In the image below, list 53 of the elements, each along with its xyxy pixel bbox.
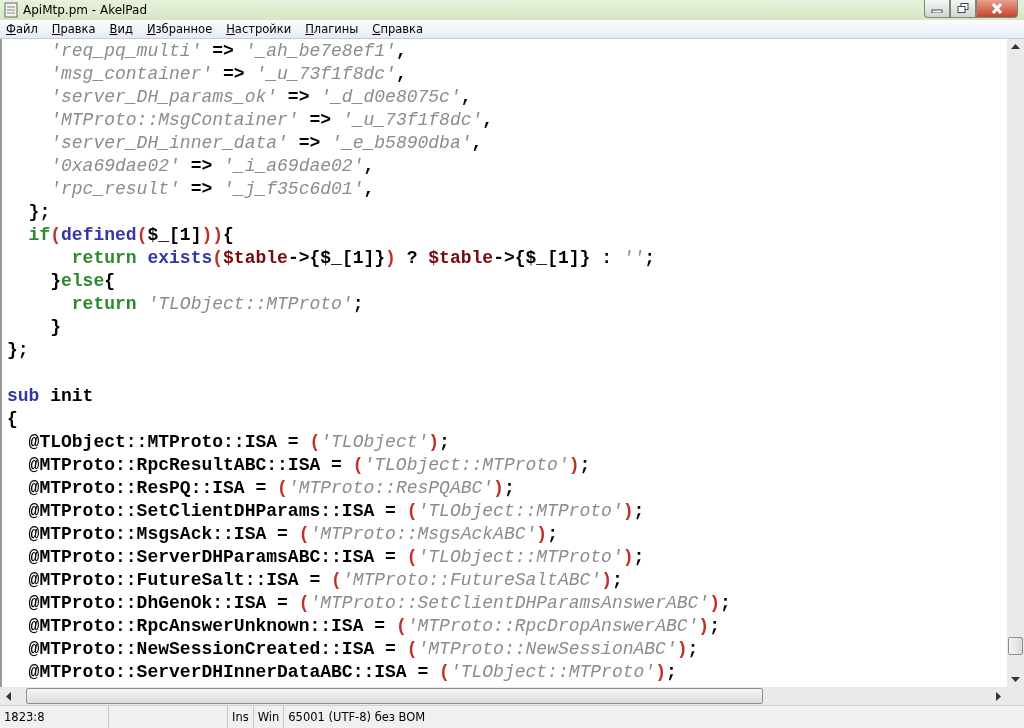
code-line: @MTProto::ServerDHInnerDataABC::ISA = ('TLObject::MTProto'); <box>27 661 677 684</box>
insert-mode: Ins <box>228 706 254 728</box>
menu-item[interactable]: Файл <box>6 22 38 36</box>
menu-item[interactable]: Плагины <box>305 22 359 36</box>
line-ending: Win <box>253 706 285 728</box>
menu-item[interactable]: Справка <box>372 22 423 36</box>
scroll-thumb[interactable] <box>26 688 763 704</box>
code-line: @MTProto::RpcAnswerUnknown::ISA = ('MTProto::RpcDropAnswerABC'); <box>27 615 720 638</box>
cursor-position: 1823:8 <box>0 706 109 728</box>
code-line: }; <box>27 201 51 224</box>
up-arrow-icon <box>1011 44 1020 50</box>
close-icon <box>990 3 1004 14</box>
down-arrow-icon <box>1011 676 1020 682</box>
menu-item[interactable]: Настройки <box>226 22 292 36</box>
restore-button[interactable] <box>950 0 976 18</box>
code-line: @MTProto::RpcResultABC::ISA = ('TLObject::MTProto'); <box>27 454 591 477</box>
window-title: ApiMtp.pm - AkelPad <box>23 3 148 17</box>
code-line: @MTProto::SetClientDHParams::ISA = ('TLObject::MTProto'); <box>27 500 645 523</box>
code-line: } <box>49 316 61 339</box>
close-button[interactable] <box>976 0 1018 18</box>
code-line: @MTProto::ServerDHParamsABC::ISA = ('TLObject::MTProto'); <box>27 546 645 569</box>
code-line: 'server_DH_params_ok' => '_d_d0e8075c', <box>49 86 472 109</box>
code-line: @MTProto::DhGenOk::ISA = ('MTProto::SetClientDHParamsAnswerABC'); <box>27 592 731 615</box>
code-line: }; <box>7 339 29 362</box>
right-arrow-icon <box>995 691 1001 701</box>
code-line: }else{ <box>49 270 116 293</box>
code-line: @MTProto::FutureSalt::ISA = ('MTProto::FutureSaltABC'); <box>27 569 623 592</box>
code-line: @TLObject::MTProto::ISA = ('TLObject'); <box>27 431 450 454</box>
restore-icon <box>957 3 969 14</box>
code-line: 'req_pq_multi' => '_ah_be7e8ef1', <box>49 40 407 63</box>
code-line: @MTProto::ResPQ::ISA = ('MTProto::ResPQABC'); <box>27 477 515 500</box>
code-line: 'rpc_result' => '_j_f35c6d01', <box>49 178 375 201</box>
code-editor[interactable] <box>2 39 1007 687</box>
encoding-label: 65001 (UTF-8) без BOM <box>287 709 427 726</box>
code-line: @MTProto::MsgsAck::ISA = ('MTProto::MsgsAckABC'); <box>27 523 558 546</box>
code-line: sub init <box>7 385 94 408</box>
scroll-thumb[interactable] <box>1008 637 1023 655</box>
code-line: if(defined($_[1])){ <box>27 224 234 247</box>
menu-item[interactable]: Вид <box>109 22 133 36</box>
code-line: { <box>7 408 18 431</box>
code-line: return exists($table->{$_[1]}) ? $table->{$_[1]} : ''; <box>70 247 656 270</box>
code-line: @MTProto::NewSessionCreated::ISA = ('MTProto::NewSessionABC'); <box>27 638 699 661</box>
code-line: '0xa69dae02' => '_i_a69dae02', <box>49 155 375 178</box>
menu-item[interactable]: Правка <box>51 22 96 36</box>
vertical-scrollbar[interactable] <box>1007 39 1024 687</box>
code-line: 'msg_container' => '_u_73f1f8dc', <box>49 63 407 86</box>
menu-item[interactable]: Избранное <box>146 22 213 36</box>
code-line: 'MTProto::MsgContainer' => '_u_73f1f8dc', <box>49 109 494 132</box>
code-line: 'server_DH_inner_data' => '_e_b5890dba', <box>49 132 483 155</box>
left-arrow-icon <box>6 691 12 701</box>
horizontal-scrollbar[interactable] <box>0 687 1007 705</box>
notepad-icon <box>4 2 18 18</box>
code-line: return 'TLObject::MTProto'; <box>70 293 364 316</box>
